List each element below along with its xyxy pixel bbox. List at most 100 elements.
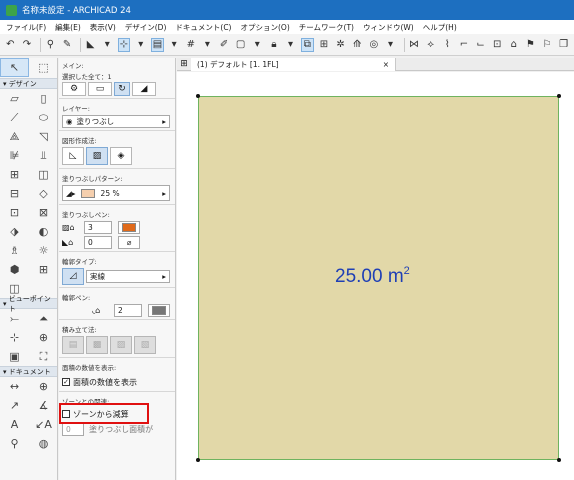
menu-document[interactable]: ドキュメント(C): [175, 22, 231, 33]
trace-icon[interactable]: ⧉: [300, 37, 314, 52]
shell-tool-icon[interactable]: ◹: [29, 127, 58, 146]
area-display-checkbox-label[interactable]: 面積の数値を表示: [73, 377, 137, 388]
render-icon[interactable]: ◎: [368, 38, 381, 52]
fill-corner-node[interactable]: [557, 458, 561, 462]
roof-icon[interactable]: ⌂: [507, 38, 520, 52]
stack-forward-icon[interactable]: ▩: [86, 336, 108, 354]
fill-corner-node[interactable]: [196, 458, 200, 462]
floor-plan-icon[interactable]: ▤: [151, 37, 164, 52]
marquee-tool-icon[interactable]: ⬚: [29, 58, 58, 77]
chevron-down-icon[interactable]: ▾: [384, 38, 397, 52]
pen-color-button[interactable]: [118, 220, 140, 234]
element-type-icon[interactable]: ▭: [88, 82, 112, 96]
flag-icon[interactable]: ⚑: [524, 38, 537, 52]
navigator-grid-icon[interactable]: ⊞: [177, 59, 191, 69]
chair-tool-icon[interactable]: ♗: [0, 241, 29, 260]
worksheet-tool-icon[interactable]: ⊕: [29, 328, 58, 347]
radial-dimension-tool-icon[interactable]: ↗: [0, 396, 29, 415]
grid-element-tool-icon[interactable]: ⊞: [29, 260, 58, 279]
line-type-select[interactable]: 実線 ▸: [86, 269, 170, 283]
tab-floor-plan[interactable]: (1) デフォルト [1. 1FL] ×: [191, 57, 396, 71]
chevron-down-icon[interactable]: ▾: [134, 38, 147, 52]
chevron-down-icon[interactable]: ▾: [251, 38, 264, 52]
figure-tool-icon[interactable]: ◍: [29, 434, 58, 453]
layer-select[interactable]: ◉ 塗りつぶし ▸: [62, 114, 170, 128]
magic-wand-icon[interactable]: ✲: [334, 38, 347, 52]
adjust-icon[interactable]: ⌇: [441, 38, 454, 52]
level-dimension-tool-icon[interactable]: ⊕: [29, 377, 58, 396]
interior-elevation-tool-icon[interactable]: ⊹: [0, 328, 29, 347]
hotspot-tool-icon[interactable]: ⚲: [0, 434, 29, 453]
inject-icon[interactable]: ✎: [61, 38, 74, 52]
stack-backward-icon[interactable]: ▨: [110, 336, 132, 354]
fill-shape-gradient-icon[interactable]: ◈: [110, 147, 132, 165]
chevron-down-icon[interactable]: ▾: [168, 38, 181, 52]
background-pen-input[interactable]: 0: [84, 235, 112, 249]
fill-corner-node[interactable]: [557, 94, 561, 98]
layer-combo-icon[interactable]: ◣: [84, 38, 97, 52]
transparent-pen-icon[interactable]: ⌀: [118, 235, 140, 249]
menu-view[interactable]: 表示(V): [90, 22, 116, 33]
close-icon[interactable]: ×: [383, 60, 389, 69]
detail-tool-icon[interactable]: ▣: [0, 347, 29, 366]
copy-icon[interactable]: ❐: [557, 38, 570, 52]
curtain-wall-tool-icon[interactable]: ⊞: [0, 165, 29, 184]
morph-tool-icon[interactable]: ⊠: [29, 203, 58, 222]
outline-pen-input[interactable]: 2: [114, 303, 142, 317]
door-tool-icon[interactable]: ◫: [29, 165, 58, 184]
chevron-down-icon[interactable]: ▾: [201, 38, 214, 52]
transform-icon[interactable]: ⟰: [351, 38, 364, 52]
roof-tool-icon[interactable]: ⟁: [0, 127, 29, 146]
wall-tool-icon[interactable]: ▱: [0, 89, 29, 108]
elevation-tool-icon[interactable]: ⏶: [29, 309, 58, 328]
chevron-down-icon[interactable]: ▾: [284, 38, 297, 52]
lock-icon[interactable]: 🔒︎: [268, 38, 281, 52]
lamp-tool-icon[interactable]: ☼: [29, 241, 58, 260]
area-display-checkbox[interactable]: ✓: [62, 378, 70, 386]
zone-tool-icon[interactable]: ⬗: [0, 222, 29, 241]
arrow-tool-icon[interactable]: ↖: [0, 58, 29, 77]
square-icon[interactable]: ▢: [234, 38, 247, 52]
fill-shape-outline-icon[interactable]: ◺: [62, 147, 84, 165]
pick-up-icon[interactable]: ⚲: [44, 38, 57, 52]
document-section-header[interactable]: ▾ ドキュメント: [0, 366, 57, 377]
window-tool-icon[interactable]: ⊟: [0, 184, 29, 203]
label-tool-icon[interactable]: ↙A: [29, 415, 58, 434]
design-section-header[interactable]: ▾ デザイン: [0, 78, 57, 89]
zone-count-input[interactable]: 0: [62, 422, 84, 436]
fill-pen-input[interactable]: 3: [84, 220, 112, 234]
fill-corner-node[interactable]: [196, 94, 200, 98]
fill-shape-hatch-icon[interactable]: ▨: [86, 147, 108, 165]
undo-icon[interactable]: ↶: [4, 38, 17, 52]
section-tool-icon[interactable]: ⤚: [0, 309, 29, 328]
area-value-label[interactable]: 25.00 m2: [335, 265, 410, 288]
mesh-tool-icon[interactable]: ⊡: [0, 203, 29, 222]
text-tool-icon[interactable]: A: [0, 415, 29, 434]
menu-help[interactable]: ヘルプ(H): [423, 22, 457, 33]
fillet-icon[interactable]: ⌐: [458, 38, 471, 52]
menu-window[interactable]: ウィンドウ(W): [363, 22, 414, 33]
stair-tool-icon[interactable]: ⊯: [0, 146, 29, 165]
stack-front-icon[interactable]: ▤: [62, 336, 84, 354]
railing-tool-icon[interactable]: ⫫: [29, 146, 58, 165]
menu-design[interactable]: デザイン(D): [125, 22, 167, 33]
settings-dialog-icon[interactable]: ⚙: [62, 82, 86, 96]
snap-guide-icon[interactable]: ⊹: [117, 37, 131, 52]
align-icon[interactable]: ⊞: [318, 38, 331, 52]
dimension-tool-icon[interactable]: ↔: [0, 377, 29, 396]
object-tool-icon[interactable]: ◐: [29, 222, 58, 241]
chevron-down-icon[interactable]: ▾: [101, 38, 114, 52]
viewpoint-section-header[interactable]: ▾ ビューポイント: [0, 295, 57, 313]
skylight-tool-icon[interactable]: ◇: [29, 184, 58, 203]
stack-back-icon[interactable]: ▧: [134, 336, 156, 354]
outline-icon[interactable]: ◿: [62, 267, 84, 285]
pen-icon[interactable]: ✐: [218, 38, 231, 52]
change-tool-icon[interactable]: ⛶: [29, 347, 58, 366]
split-icon[interactable]: ⋈: [408, 38, 421, 52]
rotate-icon[interactable]: ↻: [114, 82, 130, 96]
menu-teamwork[interactable]: チームワーク(T): [299, 22, 354, 33]
fill-type-icon[interactable]: ◢: [132, 82, 156, 96]
menu-edit[interactable]: 編集(E): [55, 22, 81, 33]
cube-tool-icon[interactable]: ⬢: [0, 260, 29, 279]
redo-icon[interactable]: ↷: [21, 38, 34, 52]
